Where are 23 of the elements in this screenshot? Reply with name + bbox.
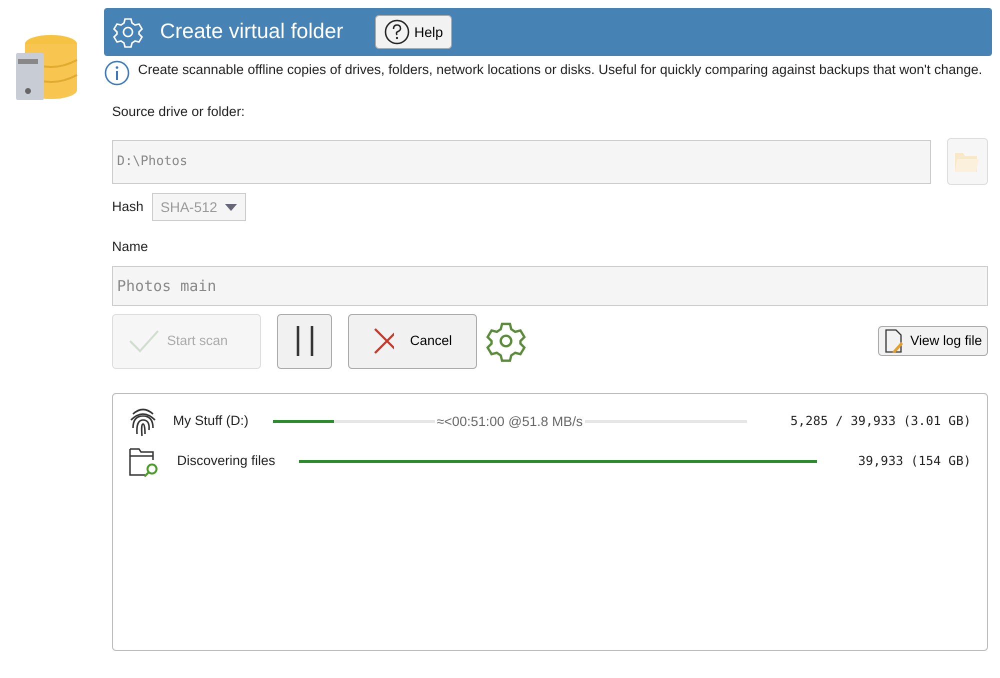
file-count: 39,933 (154 GB) <box>857 452 971 470</box>
info-icon <box>104 60 130 86</box>
field-label: Name <box>112 238 150 256</box>
close-icon <box>373 327 394 355</box>
caret-icon <box>225 204 238 211</box>
folder-icon <box>954 150 980 173</box>
field-label: Source drive or folder: <box>112 103 246 121</box>
help-button[interactable]: Help <box>375 15 452 49</box>
task-label: My Stuff (D:) <box>173 412 249 430</box>
settings-icon[interactable] <box>485 320 527 362</box>
task-label: Discovering files <box>177 452 276 470</box>
info-text: Create scannable offline copies of drives, folders, network locations or disks. Useful for quickly comparing against backups that won't change. <box>138 61 982 79</box>
pause-icon <box>294 326 316 356</box>
file-count: 5,285 / 39,933 (3.01 GB) <box>789 412 971 430</box>
help-icon <box>384 19 410 45</box>
dialog-title: Create virtual folder <box>160 19 344 46</box>
gear-icon <box>112 16 144 48</box>
cancel-button[interactable]: Cancel <box>348 314 477 368</box>
view-log-button[interactable]: View log file <box>878 326 988 356</box>
pause-button[interactable] <box>277 314 332 368</box>
field-label: Hash <box>112 198 144 216</box>
fingerprint-icon <box>129 406 157 438</box>
checkmark-icon <box>129 329 159 353</box>
